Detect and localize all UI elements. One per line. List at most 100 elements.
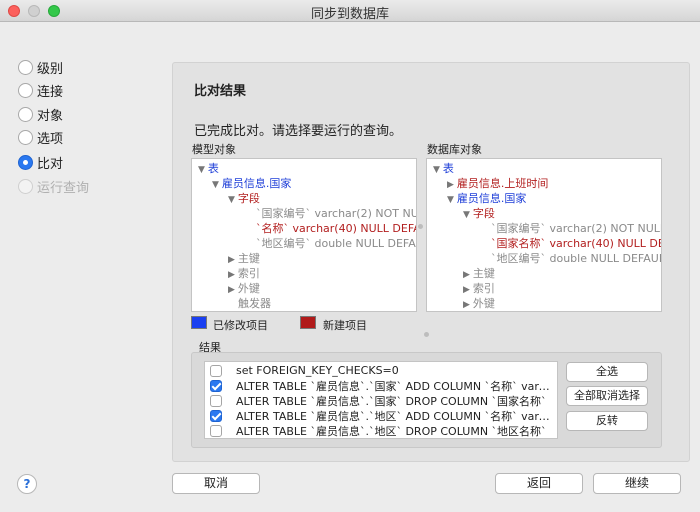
splitter-handle-dot[interactable] bbox=[418, 224, 423, 229]
tree-node[interactable]: ▼ 表 bbox=[198, 161, 219, 176]
tree-node-label: `国家编号` varchar(2) NOT NULL DEFAULT bbox=[256, 207, 416, 220]
tree-node-label: 雇员信息.上班时间 bbox=[456, 177, 549, 190]
tree-node[interactable]: ▼ 雇员信息.国家 bbox=[212, 176, 291, 191]
cancel-button[interactable]: 取消 bbox=[172, 473, 260, 494]
tree-node[interactable]: ▶ 索引 bbox=[228, 266, 260, 281]
tree-node-label: 字段 bbox=[472, 207, 495, 220]
tree-node-label: 触发器 bbox=[238, 297, 271, 310]
tree-node[interactable]: `国家编号` varchar(2) NOT NULL DEFAULT bbox=[491, 221, 661, 236]
disclosure-collapsed-icon[interactable]: ▶ bbox=[463, 300, 470, 310]
result-row[interactable]: ALTER TABLE `雇员信息`.`国家` DROP COLUMN `国家名… bbox=[205, 393, 557, 408]
tree-node[interactable]: ▼ 字段 bbox=[463, 206, 495, 221]
tree-node-label: 雇员信息.国家 bbox=[221, 177, 292, 190]
invert-selection-button[interactable]: 反转 bbox=[566, 411, 648, 431]
disclosure-expanded-icon[interactable]: ▼ bbox=[212, 180, 219, 190]
step-radio[interactable] bbox=[18, 59, 33, 75]
step-label: 级别 bbox=[37, 61, 64, 77]
db-objects-tree[interactable]: ▼ 表 ▶ 雇员信息.上班时间 ▼ 雇员信息.国家 ▼ 字段 `国家编号` varchar(2)… bbox=[426, 158, 662, 312]
result-row[interactable]: ALTER TABLE `雇员信息`.`国家` ADD COLUMN `名称` … bbox=[205, 378, 557, 393]
new-legend-swatch bbox=[300, 316, 316, 329]
tree-node-label: 表 bbox=[207, 162, 219, 175]
modified-legend-label: 已修改项目 bbox=[213, 319, 268, 332]
disclosure-collapsed-icon[interactable]: ▶ bbox=[228, 270, 235, 280]
disclosure-expanded-icon[interactable]: ▼ bbox=[463, 210, 470, 220]
disclosure-collapsed-icon[interactable]: ▶ bbox=[463, 270, 470, 280]
tree-node[interactable]: `地区编号` double NULL DEFAULT NULL bbox=[491, 251, 661, 266]
sync-dialog: 同步到数据库 级别 连接 对象 选项 比对 运行查询 比对结果 已完成比对。请选择要运行的… bbox=[0, 0, 700, 512]
tree-node[interactable]: 触发器 bbox=[238, 296, 271, 311]
result-query-text: ALTER TABLE `雇员信息`.`国家` ADD COLUMN `名称` … bbox=[236, 379, 551, 393]
result-query-text: ALTER TABLE `雇员信息`.`地区` ADD COLUMN `名称` … bbox=[236, 409, 551, 423]
result-query-text: set FOREIGN_KEY_CHECKS=0 bbox=[236, 364, 399, 377]
tree-node[interactable]: `名称` varchar(40) NULL DEFAULT NULL bbox=[256, 221, 416, 236]
title-bar: 同步到数据库 bbox=[0, 0, 700, 22]
step-radio bbox=[18, 178, 33, 194]
page-heading: 比对结果 bbox=[194, 84, 247, 99]
tree-node-label: `地区编号` double NULL DEFAULT NULL bbox=[491, 252, 661, 265]
step-item[interactable]: 对象 bbox=[18, 105, 64, 124]
step-item[interactable]: 选项 bbox=[18, 128, 63, 147]
step-radio[interactable] bbox=[18, 106, 33, 122]
result-checkbox[interactable] bbox=[210, 379, 222, 392]
disclosure-expanded-icon[interactable]: ▼ bbox=[447, 195, 454, 205]
tree-node-label: 索引 bbox=[237, 267, 260, 280]
window-title: 同步到数据库 bbox=[310, 7, 389, 22]
result-checkbox[interactable] bbox=[210, 409, 222, 422]
tree-node-label: 表 bbox=[442, 162, 454, 175]
disclosure-collapsed-icon[interactable]: ▶ bbox=[228, 255, 235, 265]
disclosure-collapsed-icon[interactable]: ▶ bbox=[447, 180, 454, 190]
tree-node[interactable]: `地区编号` double NULL DEFAULT NULL bbox=[256, 236, 416, 251]
deselect-all-button[interactable]: 全部取消选择 bbox=[566, 386, 648, 406]
result-checkbox[interactable] bbox=[210, 364, 222, 377]
result-checkbox[interactable] bbox=[210, 394, 222, 407]
tree-node-label: 外键 bbox=[237, 282, 260, 295]
step-item[interactable]: 级别 bbox=[18, 58, 64, 77]
result-row[interactable]: ALTER TABLE `雇员信息`.`地区` ADD COLUMN `名称` … bbox=[205, 408, 557, 423]
step-label: 对象 bbox=[37, 108, 64, 124]
help-button[interactable]: ? bbox=[17, 474, 37, 494]
continue-button[interactable]: 继续 bbox=[593, 473, 681, 494]
disclosure-expanded-icon[interactable]: ▼ bbox=[228, 195, 235, 205]
step-label: 比对 bbox=[37, 156, 64, 172]
result-query-text: ALTER TABLE `雇员信息`.`国家` DROP COLUMN `国家名… bbox=[236, 394, 547, 408]
result-query-text: ALTER TABLE `雇员信息`.`地区` DROP COLUMN `地区名… bbox=[236, 424, 547, 438]
tree-node[interactable]: ▶ 外键 bbox=[463, 296, 495, 311]
tree-node[interactable]: `国家名称` varchar(40) NULL DEFAULT NULL bbox=[491, 236, 661, 251]
results-list[interactable]: set FOREIGN_KEY_CHECKS=0 ALTER TABLE `雇员信… bbox=[204, 361, 558, 439]
tree-node[interactable]: ▶ 雇员信息.上班时间 bbox=[447, 176, 548, 191]
tree-node[interactable]: ▶ 主键 bbox=[463, 266, 495, 281]
modified-legend-swatch bbox=[191, 316, 207, 329]
disclosure-expanded-icon[interactable]: ▼ bbox=[198, 165, 205, 175]
disclosure-collapsed-icon[interactable]: ▶ bbox=[463, 285, 470, 295]
disclosure-collapsed-icon[interactable]: ▶ bbox=[228, 285, 235, 295]
select-all-button[interactable]: 全选 bbox=[566, 362, 648, 382]
step-radio[interactable] bbox=[18, 129, 33, 145]
tree-node-label: 主键 bbox=[237, 252, 260, 265]
result-checkbox[interactable] bbox=[210, 424, 222, 437]
result-row[interactable]: set FOREIGN_KEY_CHECKS=0 bbox=[205, 363, 557, 378]
result-row[interactable]: ALTER TABLE `雇员信息`.`地区` DROP COLUMN `地区名… bbox=[205, 423, 557, 438]
step-item[interactable]: 连接 bbox=[18, 81, 63, 100]
new-legend-label: 新建项目 bbox=[323, 319, 367, 332]
tree-node[interactable]: ▶ 外键 bbox=[228, 281, 260, 296]
tree-node-label: 字段 bbox=[237, 192, 260, 205]
tree-node[interactable]: ▼ 雇员信息.国家 bbox=[447, 191, 526, 206]
back-button[interactable]: 返回 bbox=[495, 473, 583, 494]
tree-node-label: `国家名称` varchar(40) NULL DEFAULT NULL bbox=[491, 237, 661, 250]
tree-node-label: 外键 bbox=[472, 297, 495, 310]
step-item[interactable]: 比对 bbox=[18, 153, 64, 172]
page-subtitle: 已完成比对。请选择要运行的查询。 bbox=[194, 124, 403, 139]
model-objects-label: 模型对象 bbox=[192, 143, 236, 156]
tree-node[interactable]: ▶ 索引 bbox=[463, 281, 495, 296]
model-objects-tree[interactable]: ▼表▼雇员信息.国家▼字段`国家编号` varchar(2) NOT NULL … bbox=[191, 158, 417, 312]
tree-node[interactable]: ▼ 字段 bbox=[228, 191, 260, 206]
step-radio[interactable] bbox=[18, 154, 33, 170]
tree-node[interactable]: ▼ 表 bbox=[433, 161, 454, 176]
disclosure-expanded-icon[interactable]: ▼ bbox=[433, 165, 440, 175]
tree-node-label: 索引 bbox=[472, 282, 495, 295]
tree-node[interactable]: ▶ 主键 bbox=[228, 251, 260, 266]
tree-node-label: `名称` varchar(40) NULL DEFAULT NULL bbox=[256, 222, 416, 235]
tree-node[interactable]: `国家编号` varchar(2) NOT NULL DEFAULT bbox=[256, 206, 416, 221]
splitter-handle-dot[interactable] bbox=[424, 332, 429, 337]
step-radio[interactable] bbox=[18, 82, 33, 98]
